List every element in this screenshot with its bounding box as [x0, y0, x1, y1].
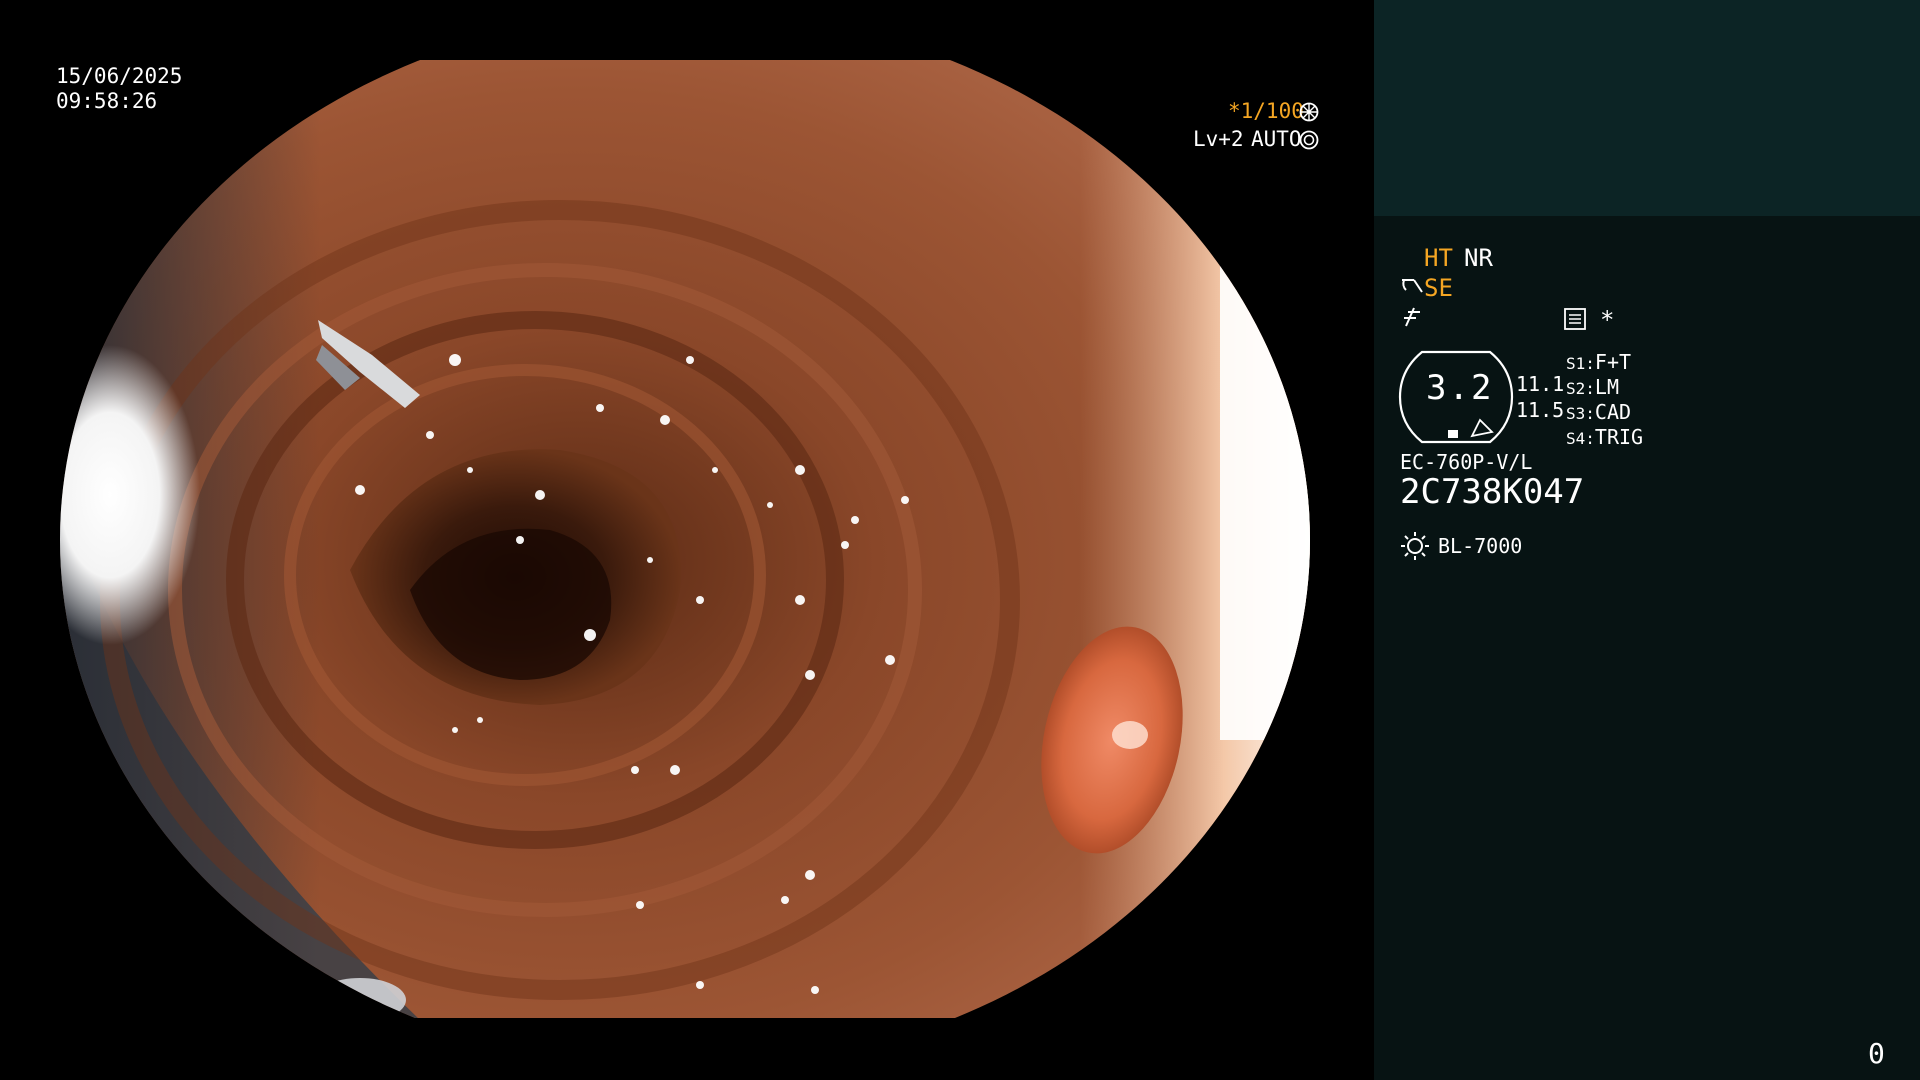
iris-icon [1299, 130, 1319, 154]
endoscope-image [60, 60, 1310, 1018]
info-panel: HT NR SE * 3.2 11.1 11.5 S1:F+T S2:LM S3… [1374, 0, 1920, 1080]
panel-top-box [1374, 0, 1920, 216]
value-1: 11.1 [1516, 372, 1565, 396]
shutter-label: *1/100 [1228, 99, 1304, 123]
star-label: * [1600, 306, 1615, 334]
ht-label: HT [1424, 244, 1453, 272]
zoom-value: 3.2 [1426, 368, 1494, 408]
settings-list: S1:F+T S2:LM S3:CAD S4:TRIG [1566, 350, 1643, 450]
settings-row: S1:F+T [1566, 350, 1632, 374]
settings-row: S4:TRIG [1566, 425, 1644, 449]
mode-label: AUTO [1251, 127, 1302, 151]
se-label: SE [1424, 274, 1453, 302]
light-source-label: BL-7000 [1438, 534, 1523, 558]
date-label: 15/06/2025 [56, 64, 183, 88]
scope-icon [1400, 276, 1424, 302]
nr-label: NR [1464, 244, 1493, 272]
lamp-icon [1400, 531, 1430, 565]
settings-row: S2:LM [1566, 375, 1619, 399]
freeze-icon [1400, 306, 1424, 332]
shutter-icon [1299, 102, 1319, 126]
endoscope-video-area: 15/06/2025 09:58:26 *1/100 Lv+2 AUTO [0, 0, 1374, 1080]
time-label: 09:58:26 [56, 89, 158, 113]
menu-icon [1564, 308, 1586, 334]
value-2: 11.5 [1516, 398, 1565, 422]
page-number: 0 [1868, 1037, 1885, 1070]
level-label: Lv+2 [1193, 127, 1244, 151]
serial-number: 2C738K047 [1400, 472, 1585, 512]
settings-row: S3:CAD [1566, 400, 1632, 424]
